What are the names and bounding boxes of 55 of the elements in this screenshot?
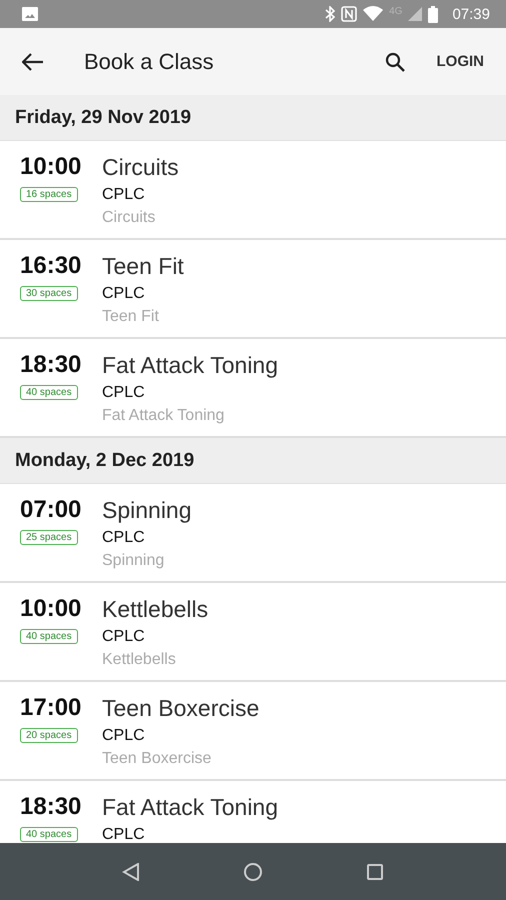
spaces-badge: 40 spaces (20, 385, 78, 400)
venue-label: CPLC (102, 383, 146, 402)
class-row[interactable]: 16:30 30 spaces Teen Fit CPLC Teen Fit (0, 240, 506, 339)
venue-label: CPLC (102, 185, 146, 204)
venue-label: CPLC (102, 726, 146, 745)
class-description: Fat Attack Toning (102, 406, 226, 425)
screen-title: Book a Class (84, 48, 215, 74)
class-time: 16:30 (20, 252, 82, 280)
class-name: Teen Fit (102, 252, 184, 280)
search-icon[interactable] (384, 52, 404, 72)
spaces-badge: 25 spaces (20, 530, 78, 545)
bluetooth-icon (325, 6, 336, 22)
overview-icon[interactable] (366, 862, 384, 880)
class-time: 10:00 (20, 153, 82, 181)
date-header: Friday, 29 Nov 2019 (0, 95, 506, 141)
class-description: Teen Boxercise (102, 749, 212, 768)
class-name: Spinning (102, 496, 192, 524)
back-arrow-icon[interactable] (22, 52, 44, 70)
class-description: Circuits (102, 208, 156, 227)
nfc-icon (341, 6, 358, 22)
class-row[interactable]: 10:00 16 spaces Circuits CPLC Circuits (0, 141, 506, 240)
spaces-badge: 16 spaces (20, 187, 78, 202)
venue-label: CPLC (102, 284, 146, 303)
wifi-icon (363, 6, 384, 22)
clock: 07:39 (452, 6, 490, 22)
spaces-badge: 40 spaces (20, 827, 78, 842)
spaces-badge: 20 spaces (20, 728, 78, 743)
spaces-badge: 30 spaces (20, 286, 78, 301)
class-time: 17:00 (20, 694, 82, 722)
back-icon[interactable] (122, 862, 140, 880)
battery-icon (428, 6, 438, 22)
class-description: Teen Fit (102, 307, 160, 326)
venue-label: CPLC (102, 627, 146, 646)
class-time: 07:00 (20, 496, 82, 524)
class-time: 18:30 (20, 351, 82, 379)
date-header: Monday, 2 Dec 2019 (0, 438, 506, 484)
home-icon[interactable] (242, 862, 263, 882)
class-name: Teen Boxercise (102, 694, 260, 722)
signal-icon (408, 7, 422, 21)
class-name: Fat Attack Toning (102, 351, 278, 379)
class-name: Kettlebells (102, 595, 208, 623)
venue-label: CPLC (102, 528, 146, 547)
class-time: 10:00 (20, 595, 82, 623)
spaces-badge: 40 spaces (20, 629, 78, 644)
image-icon (22, 7, 38, 21)
class-description: Spinning (102, 551, 166, 570)
login-button[interactable]: LOGIN (430, 47, 490, 76)
class-row[interactable]: 10:00 40 spaces Kettlebells CPLC Kettlebells (0, 583, 506, 682)
class-name: Circuits (102, 153, 179, 181)
class-time: 18:30 (20, 793, 82, 821)
class-row[interactable]: 07:00 25 spaces Spinning CPLC Spinning (0, 484, 506, 583)
class-name: Fat Attack Toning (102, 793, 278, 821)
class-description: Kettlebells (102, 650, 177, 669)
class-row[interactable]: 17:00 20 spaces Teen Boxercise CPLC Teen Boxercise (0, 682, 506, 781)
venue-label: CPLC (102, 825, 146, 843)
